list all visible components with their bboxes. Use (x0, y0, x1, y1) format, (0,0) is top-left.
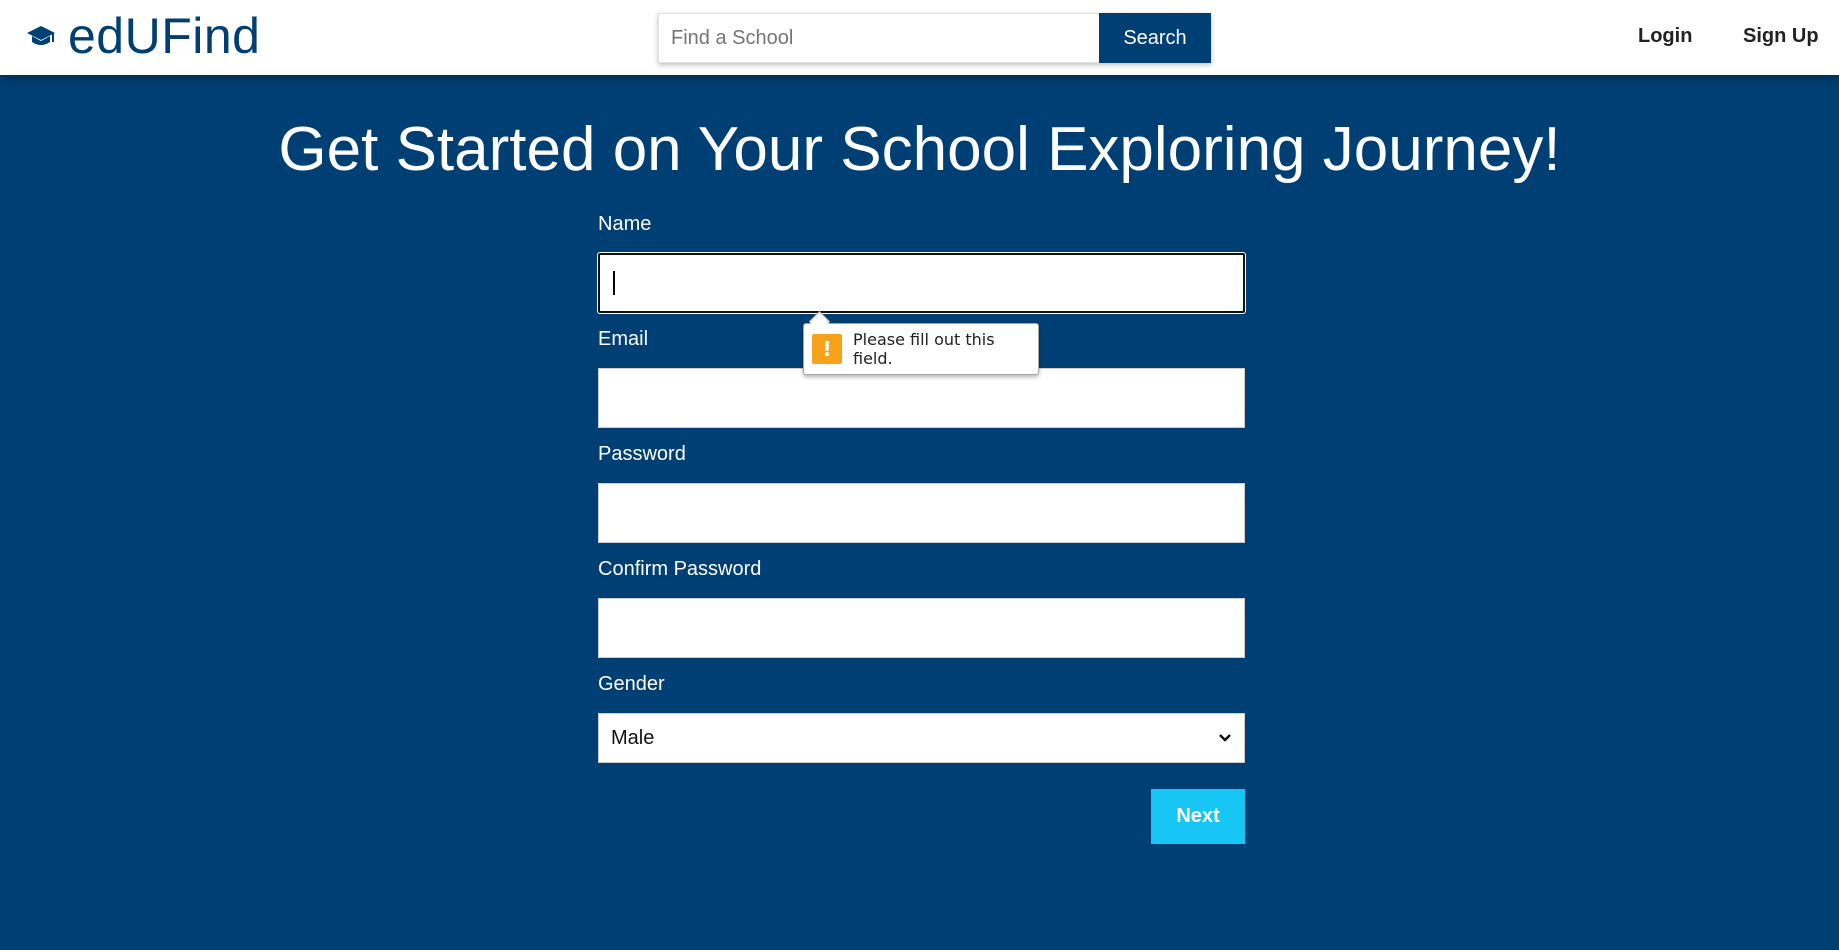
sign-up-link[interactable]: Sign Up (1743, 25, 1819, 48)
chevron-down-icon (1219, 734, 1231, 742)
brand-name: edUFind (68, 8, 261, 64)
confirm-password-label: Confirm Password (598, 558, 762, 580)
email-label: Email (598, 328, 649, 350)
password-field[interactable] (598, 483, 1245, 543)
page-title: Get Started on Your School Exploring Jou… (278, 115, 1561, 184)
gender-label: Gender (598, 673, 665, 695)
next-button[interactable]: Next (1151, 789, 1245, 844)
login-link[interactable]: Login (1638, 25, 1692, 48)
gender-select[interactable]: Male (598, 713, 1245, 763)
text-cursor (613, 271, 615, 295)
search-button[interactable]: Search (1099, 13, 1211, 63)
validation-message: Please fill out this field. (853, 330, 995, 368)
brand-logo-link[interactable]: edUFind (26, 6, 261, 66)
top-navbar: edUFind Search Login Sign Up (0, 0, 1839, 75)
gender-selected-value: Male (611, 726, 655, 749)
name-label: Name (598, 213, 652, 235)
name-field[interactable] (598, 253, 1245, 313)
warning-icon: ! (812, 334, 842, 364)
search-input[interactable] (658, 13, 1099, 63)
password-label: Password (598, 443, 686, 465)
search-bar: Search (658, 13, 1211, 63)
graduation-cap-icon (27, 26, 55, 45)
confirm-password-field[interactable] (598, 598, 1245, 658)
validation-tooltip: ! Please fill out this field. (803, 323, 1039, 375)
email-field[interactable] (598, 368, 1245, 428)
